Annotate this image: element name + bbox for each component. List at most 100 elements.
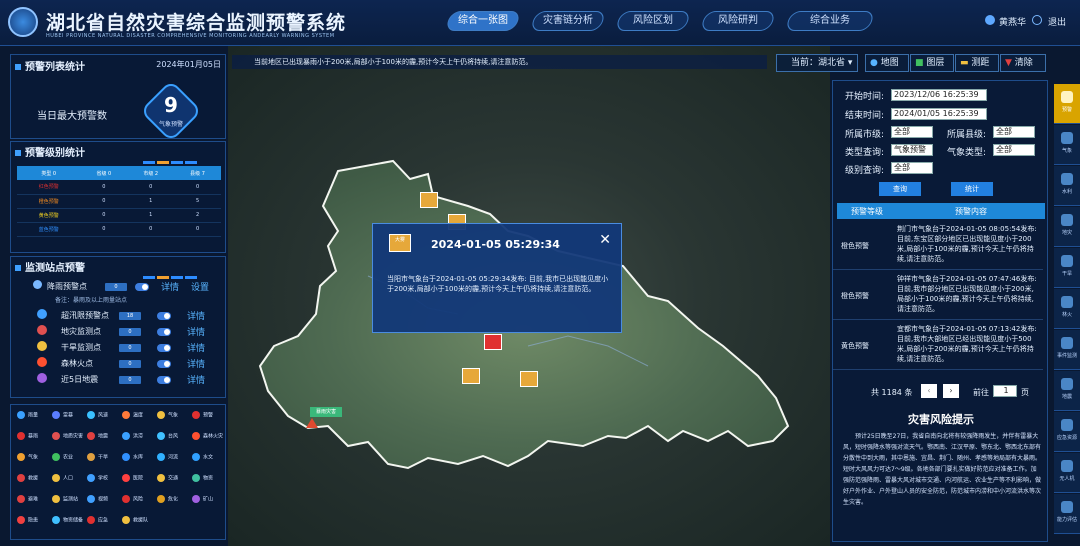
start-time-input[interactable]: 2023/12/06 16:25:39 [891,89,987,101]
table-row[interactable]: 橙色预警 钟祥市气象台于2024-01-05 07:47:46发布: 目前,我市… [833,271,1043,320]
sidebar-item[interactable]: 能力评估 [1054,494,1080,534]
earthquake-icon [37,373,47,383]
table-row[interactable]: 橙色预警 荆门市气象台于2024-01-05 08:05:54发布: 目前,东宝… [833,221,1043,270]
legend-item[interactable]: 视频 [87,495,108,503]
legend-icon [157,453,165,461]
legend-item[interactable]: 人口 [52,474,73,482]
legend-item[interactable]: 风速 [87,411,108,419]
sidebar-item[interactable]: 预警 [1054,84,1080,124]
user-name[interactable]: 黄燕华 [999,15,1026,28]
legend-item[interactable]: 交通 [157,474,178,482]
legend-item[interactable]: 温度 [122,411,143,419]
legend-icon [52,495,60,503]
station-detail-link[interactable]: 详情 [187,357,205,370]
warning-marker[interactable] [520,371,538,387]
type-select[interactable]: 气象预警 [891,144,933,156]
legend-item[interactable]: 河流 [157,453,178,461]
rain-detail-link[interactable]: 详情 [161,280,179,293]
station-toggle[interactable] [157,360,171,368]
sidebar-item[interactable]: 无人机 [1054,453,1080,493]
region-select[interactable]: 当前：湖北省 ▾ [776,54,858,72]
legend-item[interactable]: 救援队 [122,516,148,524]
nav-tab-zoning[interactable]: 风险区划 [614,11,692,31]
station-toggle[interactable] [157,344,171,352]
legend-item[interactable]: 应急 [87,516,108,524]
layer-button[interactable]: ■ 图层 [910,54,954,72]
legend-item[interactable]: 物资 [192,474,213,482]
level-select[interactable]: 全部 [891,162,933,174]
station-detail-link[interactable]: 详情 [187,309,205,322]
table-row[interactable]: 黄色预警 宜都市气象台于2024-01-05 07:13:42发布: 目前,我市… [833,321,1043,370]
sidebar-item[interactable]: 林火 [1054,289,1080,329]
sidebar-item[interactable]: 地灾 [1054,207,1080,247]
next-page-button[interactable]: › [943,384,959,398]
query-button[interactable]: 查询 [879,182,921,196]
close-icon[interactable]: ✕ [599,232,611,248]
legend-item[interactable]: 暴雨 [17,432,38,440]
weather-type-select[interactable]: 全部 [993,144,1035,156]
rain-toggle[interactable] [135,283,149,291]
station-toggle[interactable] [157,328,171,336]
legend-item[interactable]: 预警 [192,411,213,419]
legend-item[interactable]: 气象 [17,453,38,461]
map-button[interactable]: ● 地图 [865,54,909,72]
legend-item[interactable]: 避难 [17,495,38,503]
station-label: 森林火点 [61,359,93,368]
legend-item[interactable]: 救援 [17,474,38,482]
nav-tab-overview[interactable]: 综合一张图 [444,11,522,31]
legend-item[interactable]: 物资储备 [52,516,83,524]
stats-button[interactable]: 统计 [951,182,993,196]
legend-item[interactable]: 雨量 [17,411,38,419]
warning-marker[interactable] [462,368,480,384]
table-row[interactable]: 橙色预警 0 1 5 [17,194,221,209]
station-detail-link[interactable]: 详情 [187,373,205,386]
legend-item[interactable]: 监测站 [52,495,78,503]
legend-item[interactable]: 洪涝 [122,432,143,440]
legend-item[interactable]: 学校 [87,474,108,482]
warning-marker[interactable] [420,192,438,208]
legend-item[interactable]: 医院 [122,474,143,482]
legend-item[interactable]: 干旱 [87,453,108,461]
legend-item[interactable]: 台风 [157,432,178,440]
county-select[interactable]: 全部 [993,126,1035,138]
power-icon[interactable] [1032,15,1042,25]
city-select[interactable]: 全部 [891,126,933,138]
clear-button[interactable]: ▼ 清除 [1000,54,1046,72]
legend-item[interactable]: 隐患 [17,516,38,524]
legend-item[interactable]: 危化 [157,495,178,503]
legend-item[interactable]: 农业 [52,453,73,461]
sidebar-item[interactable]: 水利 [1054,166,1080,206]
sidebar-item[interactable]: 干旱 [1054,248,1080,288]
page-input[interactable]: 1 [993,385,1017,397]
logout-button[interactable]: 退出 [1048,15,1066,28]
legend-item[interactable]: 矿山 [192,495,213,503]
rain-settings-link[interactable]: 设置 [191,280,209,293]
nav-tab-chain[interactable]: 灾害链分析 [529,11,607,31]
measure-button[interactable]: ▬ 测距 [955,54,999,72]
sidebar-item[interactable]: 事件监测 [1054,330,1080,370]
legend-item[interactable]: 地震 [87,432,108,440]
station-detail-link[interactable]: 详情 [187,341,205,354]
legend-item[interactable]: 地质灾害 [52,432,83,440]
legend-item[interactable]: 风险 [122,495,143,503]
nav-tab-judgment[interactable]: 风险研判 [699,11,777,31]
sidebar-item[interactable]: 气象 [1054,125,1080,165]
sidebar-item[interactable]: 应急资源 [1054,412,1080,452]
legend-item[interactable]: 森林火灾 [192,432,223,440]
table-row[interactable]: 蓝色预警 0 0 0 [17,222,221,237]
end-time-input[interactable]: 2024/01/05 16:25:39 [891,108,987,120]
table-row[interactable]: 黄色预警 0 1 2 [17,208,221,223]
table-row[interactable]: 红色预警 0 0 0 [17,180,221,195]
legend-item[interactable]: 水文 [192,453,213,461]
legend-item[interactable]: 雷暴 [52,411,73,419]
station-toggle[interactable] [157,312,171,320]
legend-item[interactable]: 气象 [157,411,178,419]
warning-triangle-icon [306,418,318,428]
station-detail-link[interactable]: 详情 [187,325,205,338]
prev-page-button[interactable]: ‹ [921,384,937,398]
legend-item[interactable]: 水库 [122,453,143,461]
nav-tab-business[interactable]: 综合业务 [784,11,876,31]
sidebar-item[interactable]: 地震 [1054,371,1080,411]
station-toggle[interactable] [157,376,171,384]
warning-marker-active[interactable] [484,334,502,350]
